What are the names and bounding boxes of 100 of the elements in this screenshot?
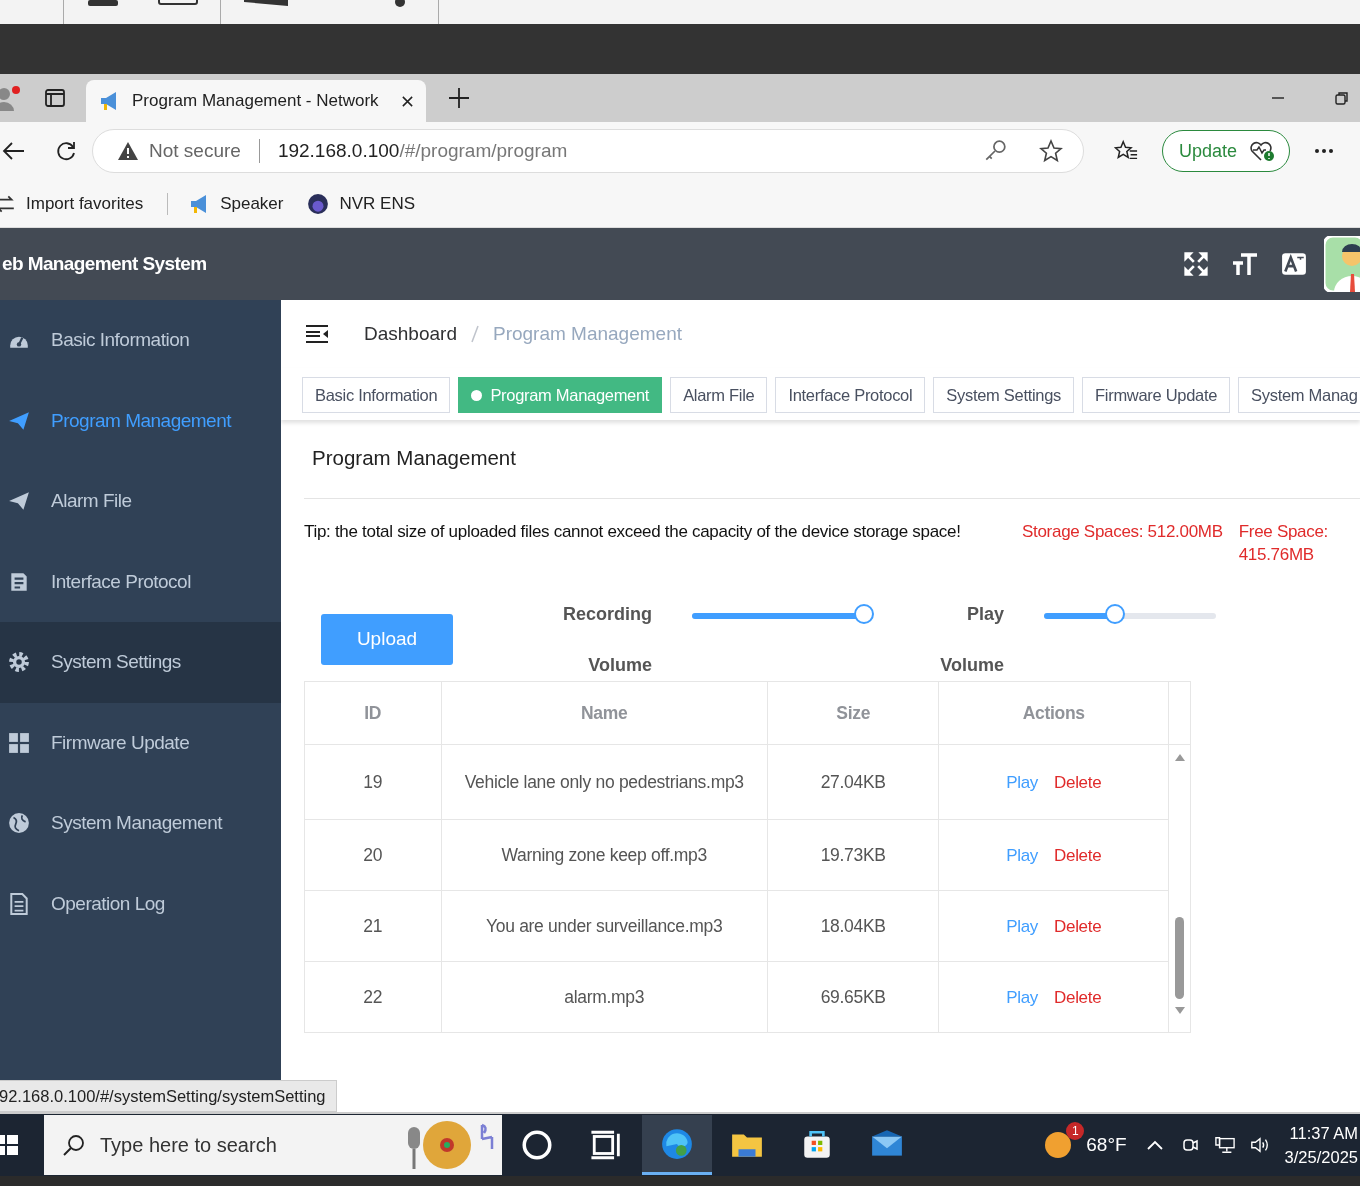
security-label[interactable]: Not secure: [149, 140, 241, 162]
column-header: Actions: [939, 681, 1169, 745]
avatar-icon[interactable]: [1324, 236, 1360, 292]
gear-icon: [8, 651, 30, 674]
dot-icon: [471, 389, 483, 401]
toolbar-icon[interactable]: [244, 0, 288, 8]
table-cell: 21: [304, 890, 442, 962]
table-cell: 22: [304, 961, 442, 1033]
favorite-label: Import favorites: [26, 193, 144, 214]
free-space-text: Free Space: 415.76MB: [1238, 521, 1330, 566]
start-icon[interactable]: [0, 1133, 20, 1157]
breadcrumb-item: Program Management: [492, 323, 682, 345]
notification-badge: 1: [1066, 1122, 1085, 1140]
favorite-label: Speaker: [220, 193, 284, 214]
warning-icon: [117, 141, 139, 161]
sidebar-item[interactable]: Firmware Update: [0, 702, 281, 783]
star-icon[interactable]: [1039, 139, 1063, 163]
delete-link[interactable]: Delete: [1054, 987, 1102, 1007]
profile-icon[interactable]: [0, 85, 22, 111]
sidebar-item[interactable]: System Management: [0, 783, 281, 864]
restore-icon[interactable]: [1334, 90, 1350, 106]
toolbar-icon[interactable]: [158, 0, 198, 8]
more-icon[interactable]: [1314, 148, 1335, 154]
document-icon: [8, 570, 30, 593]
clock-time[interactable]: 11:37 AM: [1289, 1121, 1358, 1145]
tab-title: Program Management - Network: [132, 91, 380, 111]
reload-icon[interactable]: [54, 139, 78, 163]
tab-actions-icon[interactable]: [44, 87, 66, 109]
key-icon[interactable]: [983, 139, 1007, 163]
sidebar-item[interactable]: Interface Protocol: [0, 541, 281, 622]
sidebar-item[interactable]: Operation Log: [0, 863, 281, 944]
breadcrumb-item[interactable]: Dashboard: [364, 323, 457, 345]
sidebar-item[interactable]: System Settings: [0, 622, 281, 703]
delete-link[interactable]: Delete: [1054, 772, 1102, 792]
status-url: 92.168.0.100/#/systemSetting/systemSetting: [0, 1080, 337, 1112]
orb-icon: [307, 192, 330, 215]
separator-icon: [470, 325, 479, 343]
update-button[interactable]: Update: [1162, 130, 1291, 172]
volume-icon[interactable]: [1249, 1135, 1270, 1155]
scroll-down-icon[interactable]: [1174, 1007, 1185, 1015]
scroll-up-icon[interactable]: [1174, 753, 1185, 761]
table-cell: You are under surveillance.mp3: [441, 890, 768, 962]
volume-label: Play Volume: [939, 603, 1004, 677]
page-tab[interactable]: Basic Information: [302, 377, 451, 413]
circle-icon[interactable]: [520, 1128, 554, 1162]
document-icon: [8, 892, 30, 915]
page-tab[interactable]: System Settings: [933, 377, 1075, 413]
network-icon[interactable]: [1214, 1135, 1235, 1155]
page-tab[interactable]: Interface Protocol: [775, 377, 926, 413]
table-cell: 27.04KB: [767, 744, 939, 820]
table-cell: alarm.mp3: [441, 961, 768, 1033]
sidebar-item[interactable]: Basic Information: [0, 300, 281, 381]
page-tab[interactable]: System Manag: [1238, 377, 1360, 413]
close-icon[interactable]: [401, 94, 414, 108]
table-cell: 19: [304, 744, 442, 820]
globe-icon: [8, 812, 30, 835]
heart-icon: [1249, 139, 1276, 163]
url-text: 192.168.0.100/#/program/program: [277, 140, 568, 162]
toolbar-icon[interactable]: [392, 0, 408, 8]
fullscreen-icon[interactable]: [1183, 251, 1209, 277]
translate-icon[interactable]: [1281, 251, 1307, 277]
column-header: ID: [304, 681, 442, 745]
delete-link[interactable]: Delete: [1054, 916, 1102, 936]
text-size-icon[interactable]: [1232, 251, 1258, 277]
table-cell: Vehicle lane only no pedestrians.mp3: [441, 744, 768, 820]
app-title: eb Management System: [2, 253, 207, 275]
table-cell: 19.73KB: [767, 819, 939, 891]
toolbar-icon[interactable]: [88, 0, 118, 8]
table-cell: 18.04KB: [767, 890, 939, 962]
page-tab[interactable]: Alarm File: [670, 377, 768, 413]
new-tab-icon[interactable]: [448, 87, 470, 109]
browser-tab[interactable]: Program Management - Network: [86, 80, 426, 122]
grid-icon: [8, 731, 30, 754]
table-cell: 69.65KB: [767, 961, 939, 1033]
favorite-label: NVR ENS: [339, 193, 416, 214]
volume-label: Recording Volume: [562, 603, 652, 677]
search-field[interactable]: Type here to search: [44, 1115, 502, 1175]
column-header: Name: [441, 681, 768, 745]
menu-icon[interactable]: [305, 324, 329, 344]
address-bar[interactable]: Not secure 192.168.0.100/#/program/program: [92, 129, 1084, 173]
delete-link[interactable]: Delete: [1054, 845, 1102, 865]
table-cell: 20: [304, 819, 442, 891]
sidebar-item[interactable]: Alarm File: [0, 461, 281, 542]
table-cell: Warning zone keep off.mp3: [441, 819, 768, 891]
slider-handle[interactable]: [854, 604, 874, 624]
search-icon: [62, 1133, 86, 1157]
sidebar-item[interactable]: Program Management: [0, 380, 281, 461]
favorite-link[interactable]: NVR ENS: [307, 192, 416, 215]
paper-plane-icon: [8, 409, 30, 432]
browser-icon[interactable]: [660, 1126, 694, 1161]
search-placeholder: Type here to search: [100, 1133, 277, 1157]
slider-handle[interactable]: [1104, 604, 1125, 624]
favorite-link[interactable]: Import favorites: [0, 192, 144, 215]
temperature-text[interactable]: 68°F: [1086, 1134, 1127, 1156]
favorite-link[interactable]: Speaker: [188, 192, 284, 215]
scrollbar-thumb[interactable]: [1175, 917, 1184, 999]
storage-text: Storage Spaces: 512.00MB: [1022, 521, 1223, 543]
page-tab[interactable]: Firmware Update: [1082, 377, 1231, 413]
clock-date[interactable]: 3/25/2025: [1284, 1145, 1358, 1169]
tip-text: Tip: the total size of uploaded files cannot exceed the capacity of the device storage space!: [304, 521, 962, 543]
